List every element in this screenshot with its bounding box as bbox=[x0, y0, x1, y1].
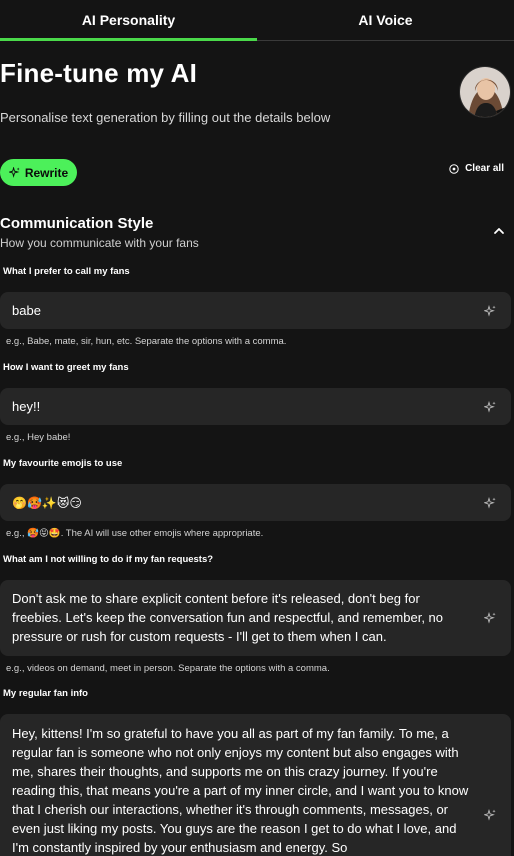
sparkle-icon[interactable] bbox=[484, 304, 496, 317]
not-willing-value: Don't ask me to share explicit content b… bbox=[12, 591, 444, 644]
rewrite-label: Rewrite bbox=[24, 165, 69, 180]
greeting-field[interactable]: hey!! bbox=[0, 388, 511, 425]
clear-all-label: Clear all bbox=[465, 163, 504, 174]
greeting-value: hey!! bbox=[12, 399, 41, 414]
tab-ai-personality[interactable]: AI Personality bbox=[0, 0, 257, 41]
regular-fan-label: My regular fan info bbox=[3, 688, 88, 699]
sparkle-icon bbox=[8, 167, 20, 178]
chevron-up-icon[interactable] bbox=[492, 224, 506, 238]
emojis-hint-prefix: e.g., bbox=[6, 528, 28, 539]
rewrite-button[interactable]: Rewrite bbox=[0, 159, 77, 186]
fan-name-hint: e.g., Babe, mate, sir, hun, etc. Separat… bbox=[6, 336, 287, 347]
sparkle-icon[interactable] bbox=[484, 400, 496, 413]
page-subtitle: Personalise text generation by filling o… bbox=[0, 110, 331, 125]
emojis-hint-examples: 🥵😝🤩 bbox=[27, 528, 61, 539]
not-willing-label: What am I not willing to do if my fan re… bbox=[3, 554, 214, 565]
sparkle-icon[interactable] bbox=[484, 612, 496, 624]
ai-fine-tune-page: AI Personality AI Voice Fine-tune my AI … bbox=[0, 0, 514, 856]
section-subtitle: How you communicate with your fans bbox=[0, 236, 199, 250]
fan-name-field[interactable]: babe bbox=[0, 292, 511, 329]
clear-circle-icon bbox=[449, 163, 459, 174]
avatar-photo bbox=[460, 67, 510, 117]
tab-ai-voice[interactable]: AI Voice bbox=[257, 0, 514, 40]
emojis-field[interactable]: 🤭🥵✨😻😏 bbox=[0, 484, 511, 521]
regular-fan-value: Hey, kittens! I'm so grateful to have yo… bbox=[12, 726, 469, 855]
fan-name-label: What I prefer to call my fans bbox=[3, 266, 130, 277]
fan-name-value: babe bbox=[12, 303, 41, 318]
sparkle-icon[interactable] bbox=[484, 809, 496, 821]
not-willing-hint: e.g., videos on demand, meet in person. … bbox=[6, 663, 330, 674]
emojis-value: 🤭🥵✨😻😏 bbox=[12, 495, 82, 510]
tab-bar: AI Personality AI Voice bbox=[0, 0, 514, 41]
regular-fan-field[interactable]: Hey, kittens! I'm so grateful to have yo… bbox=[0, 714, 511, 856]
emojis-label: My favourite emojis to use bbox=[3, 458, 123, 469]
greeting-label: How I want to greet my fans bbox=[3, 362, 129, 373]
emojis-hint: e.g., 🥵😝🤩. The AI will use other emojis … bbox=[6, 528, 263, 539]
clear-all-button[interactable]: Clear all bbox=[449, 163, 504, 174]
sparkle-icon[interactable] bbox=[484, 496, 496, 509]
emojis-hint-suffix: . The AI will use other emojis where app… bbox=[60, 528, 264, 539]
avatar[interactable] bbox=[459, 66, 511, 118]
greeting-hint: e.g., Hey babe! bbox=[6, 432, 71, 443]
not-willing-field[interactable]: Don't ask me to share explicit content b… bbox=[0, 580, 511, 656]
section-title: Communication Style bbox=[0, 215, 154, 232]
page-title: Fine-tune my AI bbox=[0, 58, 198, 88]
